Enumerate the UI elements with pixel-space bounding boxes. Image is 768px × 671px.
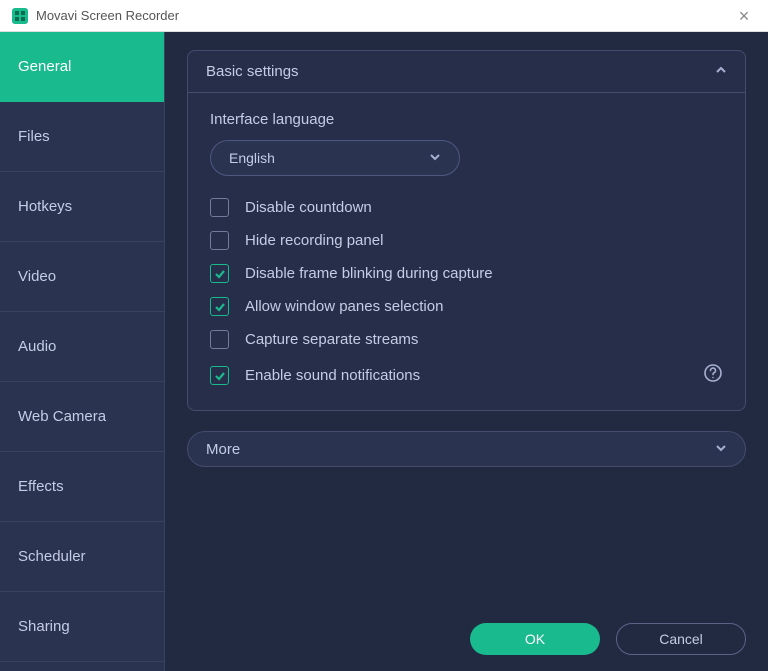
option-row[interactable]: Enable sound notifications: [210, 363, 723, 388]
footer: OK Cancel: [187, 607, 746, 655]
sidebar-item-label: Video: [18, 268, 56, 285]
checkbox-label: Capture separate streams: [245, 331, 723, 348]
cancel-button[interactable]: Cancel: [616, 623, 746, 655]
sidebar-item-scheduler[interactable]: Scheduler: [0, 522, 164, 592]
sidebar-item-web-camera[interactable]: Web Camera: [0, 382, 164, 452]
checkbox[interactable]: [210, 264, 229, 283]
help-icon[interactable]: [703, 363, 723, 388]
main-panel: Basic settings Interface language Englis…: [165, 32, 768, 671]
panel-body: Interface language English Disable count…: [188, 93, 745, 410]
basic-settings-panel: Basic settings Interface language Englis…: [187, 50, 746, 411]
chevron-up-icon: [715, 63, 727, 80]
sidebar-item-label: Sharing: [18, 618, 70, 635]
sidebar-item-label: General: [18, 58, 71, 75]
sidebar-item-label: Effects: [18, 478, 64, 495]
window-title: Movavi Screen Recorder: [36, 8, 732, 23]
sidebar-item-sharing[interactable]: Sharing: [0, 592, 164, 662]
checkbox[interactable]: [210, 366, 229, 385]
checkbox-label: Hide recording panel: [245, 232, 723, 249]
language-select[interactable]: English: [210, 140, 460, 176]
sidebar-item-audio[interactable]: Audio: [0, 312, 164, 382]
option-row[interactable]: Hide recording panel: [210, 231, 723, 250]
basic-settings-header[interactable]: Basic settings: [188, 51, 745, 93]
sidebar-item-effects[interactable]: Effects: [0, 452, 164, 522]
sidebar-item-label: Files: [18, 128, 50, 145]
language-label: Interface language: [210, 111, 723, 128]
sidebar-item-label: Web Camera: [18, 408, 106, 425]
sidebar: General Files Hotkeys Video Audio Web Camera E…: [0, 32, 165, 671]
more-section[interactable]: More: [187, 431, 746, 467]
option-row[interactable]: Disable countdown: [210, 198, 723, 217]
checkbox-label: Disable frame blinking during capture: [245, 265, 723, 282]
checkbox-label: Disable countdown: [245, 199, 723, 216]
checkbox[interactable]: [210, 297, 229, 316]
close-icon[interactable]: ×: [732, 7, 756, 25]
option-row[interactable]: Disable frame blinking during capture: [210, 264, 723, 283]
sidebar-item-label: Scheduler: [18, 548, 86, 565]
ok-button[interactable]: OK: [470, 623, 600, 655]
app-icon: [12, 8, 28, 24]
checkbox[interactable]: [210, 198, 229, 217]
sidebar-item-hotkeys[interactable]: Hotkeys: [0, 172, 164, 242]
titlebar: Movavi Screen Recorder ×: [0, 0, 768, 32]
checkbox[interactable]: [210, 231, 229, 250]
option-row[interactable]: Allow window panes selection: [210, 297, 723, 316]
chevron-down-icon: [715, 441, 727, 458]
panel-title: Basic settings: [206, 63, 299, 80]
sidebar-item-label: Hotkeys: [18, 198, 72, 215]
checkbox-label: Enable sound notifications: [245, 367, 703, 384]
more-label: More: [206, 441, 240, 458]
sidebar-item-video[interactable]: Video: [0, 242, 164, 312]
chevron-down-icon: [429, 150, 441, 166]
option-row[interactable]: Capture separate streams: [210, 330, 723, 349]
language-value: English: [229, 150, 275, 166]
sidebar-item-label: Audio: [18, 338, 56, 355]
sidebar-item-general[interactable]: General: [0, 32, 164, 102]
sidebar-item-files[interactable]: Files: [0, 102, 164, 172]
checkbox[interactable]: [210, 330, 229, 349]
app-body: General Files Hotkeys Video Audio Web Camera E…: [0, 32, 768, 671]
checkbox-label: Allow window panes selection: [245, 298, 723, 315]
